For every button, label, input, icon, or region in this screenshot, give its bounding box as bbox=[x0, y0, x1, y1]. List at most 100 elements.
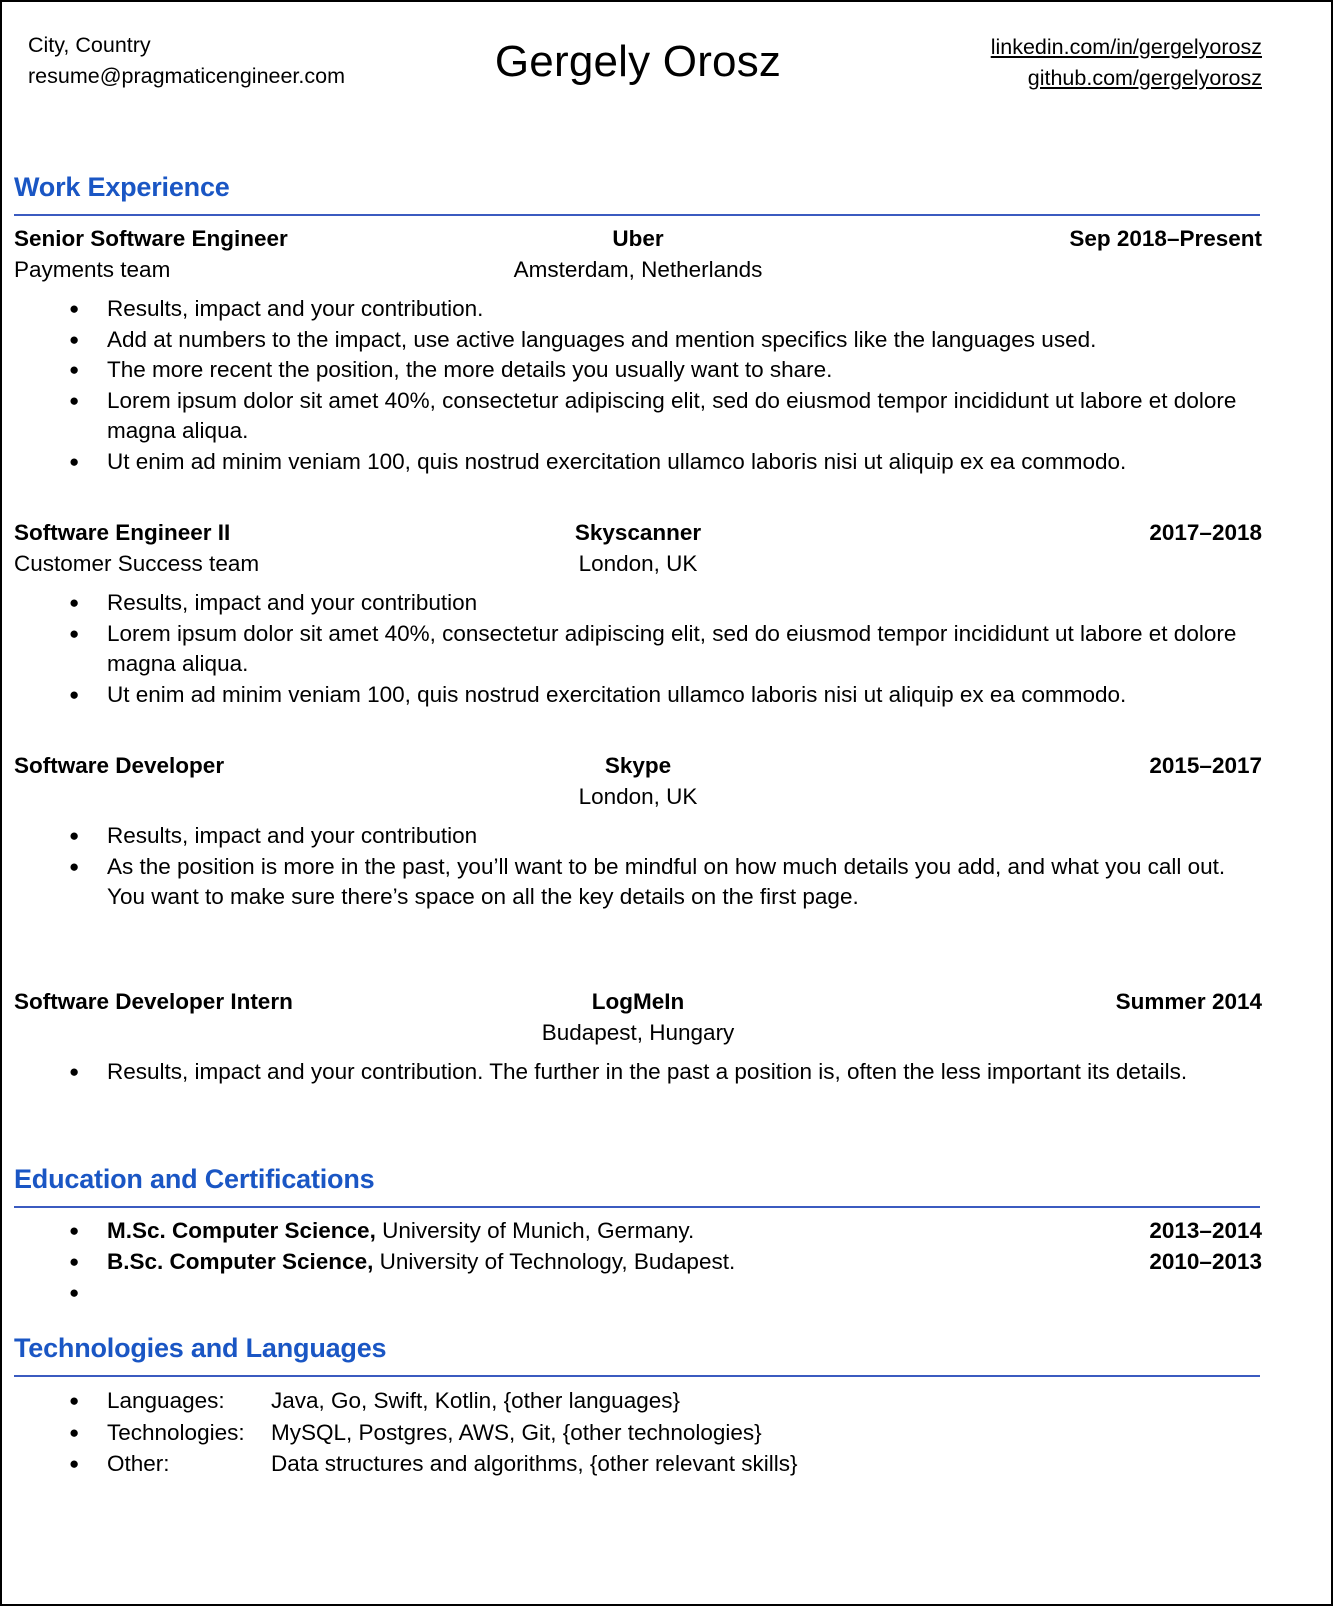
education-years: 2013–2014 bbox=[1149, 1218, 1262, 1243]
bullet-text: Lorem ipsum dolor sit amet 40%, consecte… bbox=[107, 387, 1237, 444]
resume-page: City, Country resume@pragmaticengineer.c… bbox=[0, 0, 1333, 1606]
skill-label: Technologies: bbox=[107, 1419, 245, 1445]
education-list: ● M.Sc. Computer Science, University of M… bbox=[14, 1215, 1262, 1302]
bullet-icon: ● bbox=[69, 451, 80, 471]
list-item: ● The more recent the position, the more … bbox=[14, 355, 1262, 386]
bullet-icon: ● bbox=[69, 1061, 80, 1081]
list-item: ● Results, impact and your contribution bbox=[14, 821, 1262, 852]
section-divider bbox=[14, 214, 1260, 216]
job-bullet-list: ● Results, impact and your contribution ●… bbox=[14, 821, 1262, 913]
skill-value: MySQL, Postgres, AWS, Git, {other techno… bbox=[271, 1419, 762, 1445]
skill-label: Languages: bbox=[107, 1388, 225, 1413]
section-work-experience: Work Experience Senior Software Engineer… bbox=[14, 170, 1262, 1087]
education-institution: University of Munich, Germany. bbox=[375, 1218, 695, 1243]
skill-value: Data structures and algorithms, {other r… bbox=[271, 1451, 798, 1476]
list-item: ● Lorem ipsum dolor sit amet 40%, consect… bbox=[14, 619, 1262, 680]
bullet-icon: ● bbox=[69, 1422, 80, 1442]
section-education: Education and Certifications ● M.Sc. Comp… bbox=[14, 1162, 1262, 1302]
job-subheader-row: Customer Success team London, UK bbox=[14, 548, 1262, 579]
job-location: Budapest, Hungary bbox=[541, 1019, 735, 1045]
section-title-skills: Technologies and Languages bbox=[14, 1333, 387, 1363]
bullet-icon: ● bbox=[69, 299, 80, 318]
list-item: ● Technologies: MySQL, Postgres, AWS, Git,… bbox=[14, 1417, 1262, 1449]
job-entry: Software Developer Intern LogMeIn Summer… bbox=[14, 986, 1262, 1088]
job-dates: Sep 2018–Present bbox=[1069, 226, 1262, 251]
education-institution: University of Technology, Budapest. bbox=[373, 1249, 736, 1274]
linkedin-link[interactable]: linkedin.com/in/gergelyorosz bbox=[991, 32, 1262, 63]
education-degree: B.Sc. Computer Science, bbox=[107, 1249, 374, 1274]
list-item: ● Add at numbers to the impact, use activ… bbox=[14, 325, 1262, 356]
job-header-row: Senior Software Engineer Uber Sep 2018–P… bbox=[14, 223, 1262, 254]
list-item: ● B.Sc. Computer Science, University of T… bbox=[14, 1246, 1262, 1277]
bullet-icon: ● bbox=[69, 329, 80, 349]
education-years: 2010–2013 bbox=[1149, 1249, 1262, 1274]
job-bullet-list: ● Results, impact and your contribution. … bbox=[14, 294, 1262, 477]
job-dates: Summer 2014 bbox=[1115, 988, 1262, 1014]
profile-links: linkedin.com/in/gergelyorosz github.com/… bbox=[991, 32, 1262, 94]
section-divider bbox=[14, 1375, 1260, 1377]
job-subheader-row: London, UK bbox=[14, 781, 1262, 812]
github-link[interactable]: github.com/gergelyorosz bbox=[991, 63, 1262, 94]
job-dates: 2015–2017 bbox=[1149, 753, 1262, 778]
bullet-icon: ● bbox=[69, 1221, 80, 1240]
bullet-text: Results, impact and your contribution. T… bbox=[107, 1058, 1188, 1084]
job-header-row: Software Developer Intern LogMeIn Summer… bbox=[14, 986, 1262, 1017]
list-item: ● Languages: Java, Go, Swift, Kotlin, {oth… bbox=[14, 1385, 1262, 1417]
bullet-text: Results, impact and your contribution. bbox=[107, 296, 484, 321]
skills-list: ● Languages: Java, Go, Swift, Kotlin, {oth… bbox=[14, 1385, 1262, 1480]
bullet-text: Results, impact and your contribution bbox=[107, 590, 478, 615]
bullet-text: The more recent the position, the more d… bbox=[107, 357, 833, 382]
list-item: ● Ut enim ad minim veniam 100, quis nostr… bbox=[14, 680, 1262, 711]
resume-header: City, Country resume@pragmaticengineer.c… bbox=[14, 12, 1262, 120]
bullet-text: Ut enim ad minim veniam 100, quis nostru… bbox=[107, 681, 1127, 707]
section-title-education: Education and Certifications bbox=[14, 1164, 375, 1194]
skill-value: Java, Go, Swift, Kotlin, {other language… bbox=[271, 1388, 680, 1413]
section-title-work-experience: Work Experience bbox=[14, 172, 230, 202]
job-header-row: Software Developer Skype 2015–2017 bbox=[14, 750, 1262, 781]
education-degree: M.Sc. Computer Science, bbox=[107, 1218, 376, 1243]
job-entry: Senior Software Engineer Uber Sep 2018–P… bbox=[14, 223, 1262, 477]
job-bullet-list: ● Results, impact and your contribution. … bbox=[14, 1057, 1262, 1088]
resume-content: City, Country resume@pragmaticengineer.c… bbox=[14, 12, 1262, 1480]
job-company: Skyscanner bbox=[574, 520, 702, 545]
bullet-icon: ● bbox=[69, 360, 80, 379]
list-item: ● M.Sc. Computer Science, University of M… bbox=[14, 1215, 1262, 1246]
list-item: ● Results, impact and your contribution bbox=[14, 588, 1262, 619]
bullet-icon: ● bbox=[69, 1283, 80, 1302]
bullet-text: Ut enim ad minim veniam 100, quis nostru… bbox=[107, 448, 1127, 474]
job-location: London, UK bbox=[578, 784, 698, 809]
job-location: London, UK bbox=[578, 551, 698, 576]
job-company: Skype bbox=[604, 753, 672, 778]
list-item: ● Results, impact and your contribution. … bbox=[14, 1057, 1262, 1088]
list-item: ● As the position is more in the past, yo… bbox=[14, 852, 1262, 913]
bullet-icon: ● bbox=[69, 1391, 80, 1410]
job-location: Amsterdam, Netherlands bbox=[513, 257, 763, 282]
bullet-icon: ● bbox=[69, 856, 80, 876]
bullet-text: Lorem ipsum dolor sit amet 40%, consecte… bbox=[107, 620, 1237, 677]
section-divider bbox=[14, 1206, 1260, 1208]
bullet-text: As the position is more in the past, you… bbox=[107, 853, 1226, 910]
bullet-icon: ● bbox=[69, 684, 80, 704]
skill-label: Other: bbox=[107, 1451, 170, 1476]
bullet-icon: ● bbox=[69, 1252, 80, 1271]
bullet-icon: ● bbox=[69, 623, 80, 643]
bullet-icon: ● bbox=[69, 390, 80, 410]
list-item: ● Lorem ipsum dolor sit amet 40%, consect… bbox=[14, 386, 1262, 447]
list-item: ● Other: Data structures and algorithms, {… bbox=[14, 1448, 1262, 1480]
job-dates: 2017–2018 bbox=[1149, 520, 1262, 545]
bullet-text: Results, impact and your contribution bbox=[107, 823, 478, 848]
job-entry: Software Engineer II Skyscanner 2017–201… bbox=[14, 517, 1262, 710]
job-bullet-list: ● Results, impact and your contribution ●… bbox=[14, 588, 1262, 710]
bullet-icon: ● bbox=[69, 826, 80, 845]
job-subheader-row: Budapest, Hungary bbox=[14, 1017, 1262, 1048]
job-company: LogMeIn bbox=[591, 988, 685, 1014]
list-item: ● Results, impact and your contribution. bbox=[14, 294, 1262, 325]
job-header-row: Software Engineer II Skyscanner 2017–201… bbox=[14, 517, 1262, 548]
bullet-text: Add at numbers to the impact, use active… bbox=[107, 326, 1097, 352]
job-entry: Software Developer Skype 2015–2017 Londo… bbox=[14, 750, 1262, 913]
bullet-icon: ● bbox=[69, 593, 80, 612]
